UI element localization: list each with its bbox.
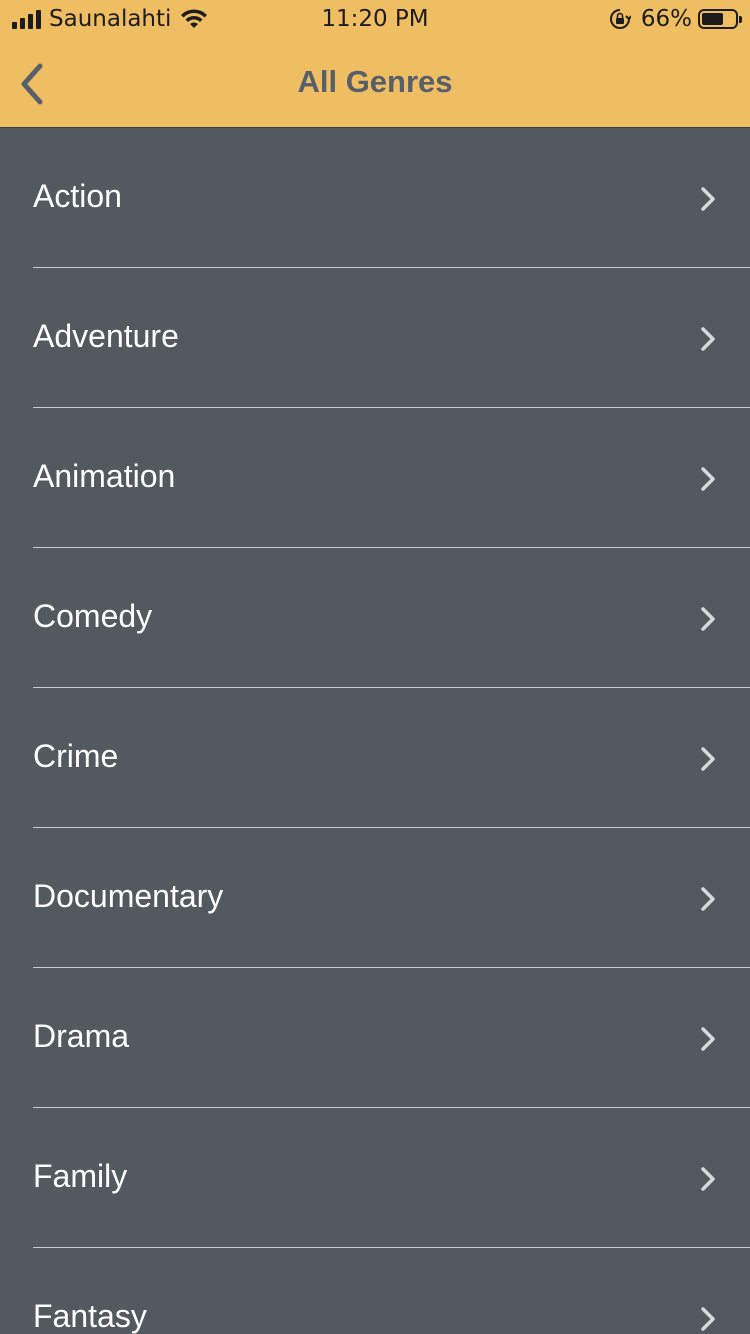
chevron-right-icon [701,1027,715,1051]
status-bar: Saunalahti 11:20 PM 66% [0,0,750,40]
genre-row-fantasy[interactable]: Fantasy [0,1248,750,1334]
genre-row-family[interactable]: Family [0,1108,750,1248]
genre-label: Family [33,1158,128,1194]
chevron-right-icon [701,187,715,211]
genre-row-action[interactable]: Action [0,128,750,268]
orientation-lock-icon [609,9,631,29]
genre-label: Action [33,178,122,214]
battery-icon [698,9,742,29]
genre-label: Crime [33,738,119,774]
chevron-right-icon [701,1307,715,1331]
chevron-right-icon [701,747,715,771]
genre-row-crime[interactable]: Crime [0,688,750,828]
chevron-right-icon [701,1167,715,1191]
genre-label: Drama [33,1018,130,1054]
status-bar-right: 66% [609,6,742,32]
genre-label: Documentary [33,878,224,914]
chevron-right-icon [701,327,715,351]
chevron-right-icon [701,607,715,631]
genre-label: Fantasy [33,1298,147,1334]
navigation-bar: All Genres [0,40,750,128]
chevron-right-icon [701,467,715,491]
genre-row-documentary[interactable]: Documentary [0,828,750,968]
genre-row-comedy[interactable]: Comedy [0,548,750,688]
genre-label: Animation [33,458,176,494]
screen: Saunalahti 11:20 PM 66% All Genres Actio… [0,0,750,1334]
genre-row-animation[interactable]: Animation [0,408,750,548]
genre-list: Action Adventure Animation Comedy Crime … [0,128,750,1334]
genre-label: Comedy [33,598,153,634]
genre-row-drama[interactable]: Drama [0,968,750,1108]
genre-label: Adventure [33,318,179,354]
page-title: All Genres [297,64,453,99]
chevron-right-icon [701,887,715,911]
genre-row-adventure[interactable]: Adventure [0,268,750,408]
battery-percentage: 66% [640,6,692,32]
battery-fill [702,13,723,25]
